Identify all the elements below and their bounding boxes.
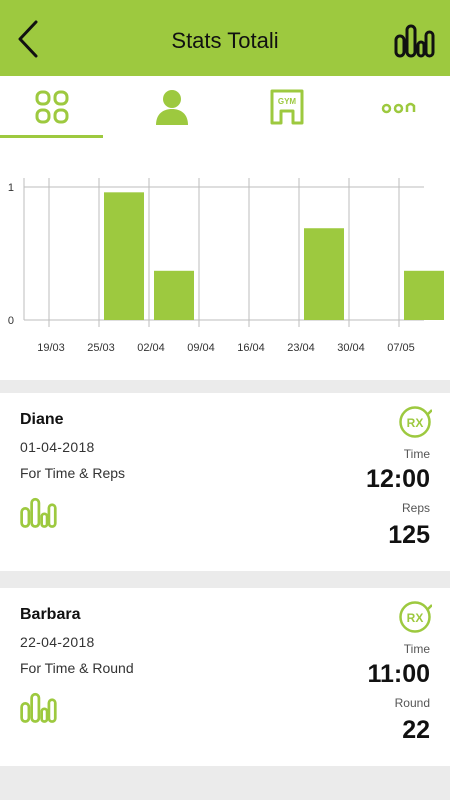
workout-type: For Time & Round	[20, 660, 134, 676]
x-tick-label: 25/03	[87, 342, 115, 354]
stat-round-value: 22	[402, 716, 430, 744]
app-header: Stats Totali	[0, 0, 450, 76]
rx-badge-icon: RX	[399, 406, 432, 438]
tab-bar: GYM	[0, 76, 450, 138]
x-tick-label: 16/04	[237, 342, 265, 354]
x-tick-label: 19/03	[37, 342, 65, 354]
bar-chart: 0 1 19/03 25/03 02/04 09/04 16/04 23/04 30/04 07/…	[8, 178, 444, 354]
stat-time-value: 12:00	[366, 465, 430, 493]
stat-reps-label: Reps	[401, 501, 430, 515]
x-tick-label: 23/04	[287, 342, 315, 354]
x-tick-label: 02/04	[137, 342, 165, 354]
workout-type: For Time & Reps	[20, 465, 126, 481]
workout-logo-icon	[20, 497, 57, 528]
chart-bar	[304, 228, 344, 320]
person-icon	[155, 90, 188, 125]
tab-overview[interactable]	[0, 76, 103, 138]
stat-time-value: 11:00	[367, 660, 430, 688]
tab-gym[interactable]: GYM	[235, 76, 338, 138]
x-tick-label: 07/05	[387, 342, 415, 354]
x-tick-label: 09/04	[187, 342, 215, 354]
chart-bar	[154, 270, 194, 320]
rx-badge-label: RX	[407, 416, 424, 430]
tab-more[interactable]	[347, 76, 450, 138]
stat-time-label: Time	[403, 642, 430, 656]
stat-round-label: Round	[394, 696, 430, 710]
gym-icon-label: GYM	[277, 97, 296, 106]
workout-name: Barbara	[20, 606, 81, 623]
x-tick-label: 30/04	[337, 342, 365, 354]
chart-bar	[404, 270, 444, 320]
tab-profile[interactable]	[120, 76, 223, 138]
rx-badge-label: RX	[407, 611, 424, 625]
rx-badge-icon: RX	[399, 601, 432, 633]
gym-icon: GYM	[270, 89, 303, 125]
chart-bar	[104, 192, 144, 320]
workout-card[interactable]: Barbara 22-04-2018 For Time & Round RX T…	[0, 588, 450, 766]
app-logo-button[interactable]	[392, 20, 436, 60]
stat-reps-value: 125	[388, 521, 430, 549]
more-icon	[381, 102, 415, 114]
grid-icon	[35, 90, 68, 124]
page-title: Stats Totali	[171, 28, 279, 53]
y-tick-label: 1	[8, 182, 14, 194]
workout-date: 01-04-2018	[20, 439, 95, 455]
workout-card[interactable]: Diane 01-04-2018 For Time & Reps RX Time…	[0, 393, 450, 571]
stats-chart: 0 1 19/03 25/03 02/04 09/04 16/04 23/04 30/04 07/…	[0, 138, 450, 380]
app-logo-icon	[394, 24, 435, 58]
workout-date: 22-04-2018	[20, 634, 95, 650]
stat-time-label: Time	[403, 447, 430, 461]
y-tick-label: 0	[8, 315, 14, 327]
workout-name: Diane	[20, 411, 64, 428]
workout-logo-icon	[20, 692, 57, 723]
